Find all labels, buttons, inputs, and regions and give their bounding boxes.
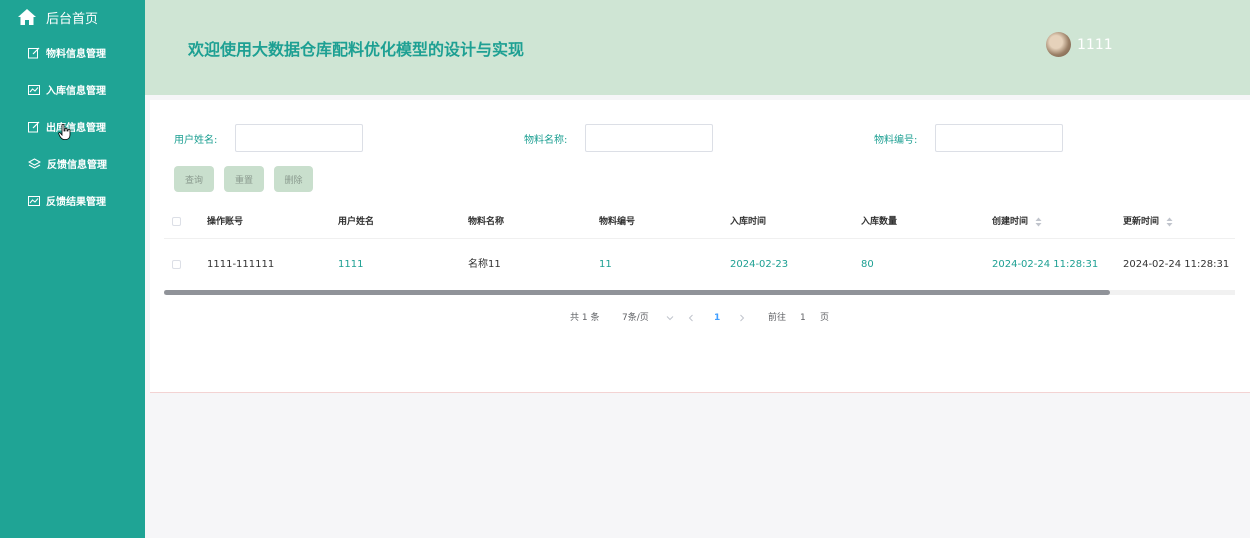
column-header: 物料名称: [468, 217, 505, 227]
column-header: 用户姓名: [338, 217, 375, 227]
prev-page-icon[interactable]: [687, 314, 695, 322]
sort-icon[interactable]: [1166, 217, 1173, 227]
sidebar-item-label: 反馈信息管理: [47, 160, 107, 171]
sort-icon[interactable]: [1035, 217, 1042, 227]
column-header: 入库数量: [861, 217, 898, 227]
page-number-current[interactable]: 1: [714, 310, 720, 326]
material-name-filter-label: 物料名称:: [524, 135, 568, 146]
sidebar-item-label: 入库信息管理: [46, 86, 106, 97]
material-name-input[interactable]: [585, 124, 713, 152]
user-name: 1111: [1077, 36, 1113, 53]
column-header: 操作账号: [207, 217, 244, 227]
table-cell: 2024-02-23: [730, 259, 789, 270]
chart-icon: [28, 84, 40, 95]
pagination: 共 1 条 7条/页 1 前往 1 页: [150, 310, 1250, 326]
sidebar-item-label: 反馈结果管理: [46, 197, 106, 208]
edit-icon: [28, 47, 40, 58]
material-code-input[interactable]: [935, 124, 1063, 152]
edit-icon: [28, 121, 40, 132]
material-code-filter-label: 物料编号:: [874, 135, 918, 146]
sidebar-item-label: 物料信息管理: [46, 49, 106, 60]
table-row[interactable]: 1111-111111 1111 名称11 11 2024-02-23 80 2…: [164, 248, 1235, 282]
column-header: 物料编号: [599, 217, 636, 227]
delete-button[interactable]: 删除: [274, 166, 313, 192]
query-button[interactable]: 查询: [174, 166, 214, 192]
user-name-filter-label: 用户姓名:: [174, 135, 218, 146]
table-cell: 80: [861, 259, 874, 270]
sidebar-item-material-info[interactable]: 物料信息管理: [0, 34, 145, 71]
sidebar-home-label: 后台首页: [46, 11, 99, 27]
goto-label: 前往: [768, 313, 787, 323]
user-name-input[interactable]: [235, 124, 363, 152]
layers-icon: [28, 157, 41, 169]
chevron-down-icon: [666, 315, 673, 320]
avatar[interactable]: [1046, 32, 1071, 57]
page-title: 欢迎使用大数据仓库配料优化模型的设计与实现: [188, 40, 525, 59]
column-header-sortable[interactable]: 创建时间: [992, 205, 1042, 239]
sidebar-item-feedback-info[interactable]: 反馈信息管理: [0, 145, 145, 182]
horizontal-scrollbar[interactable]: [164, 290, 1235, 295]
page-size-value: 7条/页: [622, 313, 649, 323]
table-cell: 名称11: [468, 259, 501, 270]
sidebar-item-label: 出库信息管理: [46, 123, 106, 134]
home-icon: [18, 9, 36, 25]
user-menu[interactable]: 1111: [1046, 32, 1113, 57]
select-all-checkbox[interactable]: [172, 217, 181, 226]
header: 欢迎使用大数据仓库配料优化模型的设计与实现 1111: [145, 0, 1250, 95]
column-header-label: 更新时间: [1123, 217, 1160, 227]
table-cell: 1111-111111: [207, 259, 275, 270]
table-header: 操作账号 用户姓名 物料名称 物料编号 入库时间 入库数量 创建时间 更新时间: [164, 205, 1235, 239]
table-cell: 2024-02-24 11:28:31: [992, 259, 1099, 270]
sidebar-home[interactable]: 后台首页: [0, 0, 145, 34]
table-cell: 11: [599, 259, 612, 270]
row-checkbox[interactable]: [172, 260, 181, 269]
sidebar-item-outbound-info[interactable]: 出库信息管理: [0, 108, 145, 145]
goto-page-input[interactable]: 1: [800, 310, 806, 326]
sidebar-item-feedback-result[interactable]: 反馈结果管理: [0, 182, 145, 219]
column-header-sortable[interactable]: 更新时间: [1123, 205, 1173, 239]
table-cell: 2024-02-24 11:28:31: [1123, 259, 1230, 270]
page-size-select[interactable]: 7条/页: [622, 310, 674, 326]
content-panel: 用户姓名: 物料名称: 物料编号: 查询 重置 删除 操作账号 用户姓名 物料名…: [150, 100, 1250, 393]
hand-cursor-icon: [58, 124, 71, 140]
next-page-icon[interactable]: [738, 314, 746, 322]
pagination-total: 共 1 条: [570, 313, 600, 323]
sidebar: 后台首页 物料信息管理 入库信息管理 出库信息管理 反馈信息管理 反馈结果管理: [0, 0, 145, 538]
column-header: 入库时间: [730, 217, 767, 227]
table-cell: 1111: [338, 259, 364, 270]
column-header-label: 创建时间: [992, 217, 1029, 227]
reset-button[interactable]: 重置: [224, 166, 264, 192]
page-suffix: 页: [820, 313, 830, 323]
sidebar-item-inbound-info[interactable]: 入库信息管理: [0, 71, 145, 108]
scrollbar-thumb[interactable]: [164, 290, 1110, 295]
chart-icon: [28, 195, 40, 206]
